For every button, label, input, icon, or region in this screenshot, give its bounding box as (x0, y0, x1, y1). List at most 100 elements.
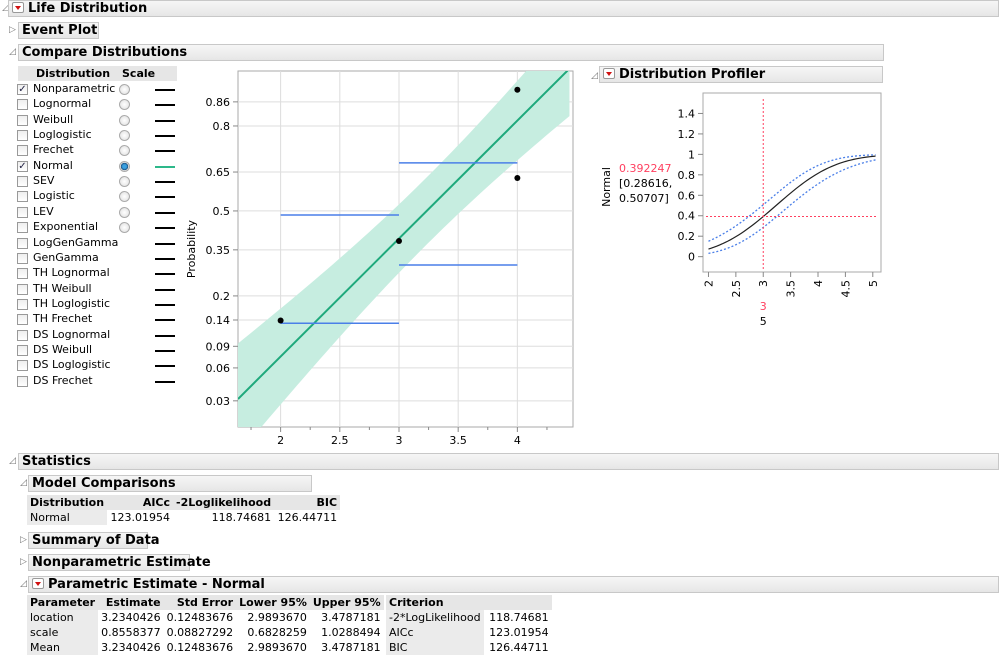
scale-radio[interactable] (119, 222, 130, 234)
column-header: Scale (122, 67, 156, 80)
checkbox[interactable] (17, 237, 28, 249)
compare-distributions-header[interactable]: Compare Distributions (18, 44, 884, 61)
distribution-row: LEV (17, 205, 182, 220)
table-row: BIC 126.44711 (386, 640, 552, 655)
parametric-estimate-header[interactable]: Parametric Estimate - Normal (28, 576, 999, 593)
checkbox[interactable] (17, 314, 28, 326)
x-tick-label: 3.5 (785, 280, 798, 298)
red-triangle-menu-icon[interactable] (32, 578, 44, 589)
scale-radio[interactable] (119, 145, 130, 157)
nonparametric-estimate-header[interactable]: Nonparametric Estimate (28, 554, 211, 571)
checkbox[interactable] (17, 114, 28, 126)
y-tick-label: 0.4 (678, 210, 696, 223)
distribution-label: Weibull (33, 112, 74, 126)
criterion-table: Criterion -2*LogLikelihood 118.74681 AICc 1… (386, 595, 552, 655)
checkbox[interactable] (17, 145, 28, 157)
checkbox[interactable] (17, 206, 28, 218)
checkbox[interactable] (17, 130, 28, 142)
checkbox[interactable] (17, 298, 28, 310)
checkbox[interactable]: ✓ (17, 84, 28, 95)
event-plot-header[interactable]: Event Plot (18, 22, 99, 39)
distribution-label: DS Loglogistic (33, 358, 111, 372)
checkbox[interactable] (17, 222, 28, 234)
scale-radio[interactable] (119, 84, 130, 95)
table-row: Normal 123.01954 118.74681 126.44711 (27, 510, 340, 525)
x-axis-label: 5 (760, 315, 767, 328)
checkbox[interactable] (17, 252, 28, 264)
checkbox[interactable] (17, 176, 28, 188)
line-style-swatch[interactable] (155, 211, 175, 214)
cell: 118.74681 (211, 511, 272, 524)
line-style-swatch[interactable] (155, 89, 175, 91)
distribution-profiler-plot[interactable]: 0 0.2 0.4 0.6 0.8 1 1.2 1.4 2 2.5 3 3.5 4 4.5 5 Normal 0… (590, 85, 890, 330)
line-style-swatch[interactable] (155, 135, 175, 138)
probability-plot[interactable]: 2 2.5 3 3.5 4 0.03 0.06 0.09 0.14 0.2 0.35 0.5 0.65 0… (180, 60, 580, 450)
red-triangle-menu-icon[interactable] (603, 68, 615, 79)
y-axis-label: Probability (185, 219, 198, 278)
line-style-swatch[interactable] (155, 288, 175, 291)
line-style-swatch[interactable] (155, 365, 175, 368)
section-title: Compare Distributions (22, 45, 188, 60)
line-style-swatch[interactable] (155, 181, 175, 184)
checkbox[interactable] (17, 99, 28, 111)
scale-radio[interactable] (119, 206, 130, 218)
scale-radio[interactable] (119, 130, 130, 142)
checkbox[interactable] (17, 268, 28, 280)
summary-of-data-header[interactable]: Summary of Data (28, 532, 160, 549)
scale-radio[interactable] (119, 114, 130, 126)
cell: 0.08827292 (166, 626, 234, 639)
distribution-row: DS Lognormal (17, 328, 182, 343)
line-style-swatch[interactable] (155, 196, 175, 199)
scale-radio[interactable] (119, 191, 130, 203)
checkbox[interactable] (17, 191, 28, 203)
distribution-row: TH Weibull (17, 282, 182, 297)
scale-radio[interactable] (119, 176, 130, 188)
line-style-swatch[interactable] (155, 319, 175, 322)
line-style-swatch[interactable] (155, 119, 175, 122)
line-style-swatch[interactable] (155, 227, 175, 230)
distribution-row: TH Loglogistic (17, 297, 182, 312)
column-header: BIC (274, 495, 341, 510)
line-style-swatch[interactable] (155, 242, 175, 245)
column-header: Std Error (163, 595, 237, 610)
y-tick-label: 0.06 (206, 362, 231, 375)
current-x-value[interactable]: 3 (760, 300, 767, 313)
y-tick-label: 0.8 (678, 169, 696, 182)
cell: 3.2340426 (101, 641, 161, 654)
life-distribution-header[interactable]: Life Distribution (8, 0, 999, 17)
y-axis-label: Normal (600, 167, 613, 207)
checkbox[interactable]: ✓ (17, 160, 28, 172)
model-comparisons-table: Distribution AICc -2Loglikelihood BIC Norma… (27, 495, 341, 525)
scale-radio[interactable] (119, 99, 130, 111)
distribution-profiler-header[interactable]: Distribution Profiler (599, 66, 883, 83)
checkbox[interactable] (17, 360, 28, 372)
distribution-label: TH Lognormal (33, 266, 110, 280)
checkbox[interactable] (17, 329, 28, 341)
distribution-label: LogGenGamma (33, 235, 119, 249)
line-style-swatch[interactable] (155, 334, 175, 337)
distribution-label: DS Lognormal (33, 327, 111, 341)
distribution-list-header: Distribution Scale (18, 66, 177, 81)
red-triangle-menu-icon[interactable] (12, 2, 24, 13)
distribution-label: TH Frechet (33, 312, 93, 326)
line-style-swatch[interactable] (155, 273, 175, 276)
checkbox[interactable] (17, 344, 28, 356)
cell: 2.9893670 (247, 611, 307, 624)
scale-radio[interactable] (119, 160, 130, 172)
distribution-label: Logistic (33, 189, 75, 203)
checkbox[interactable] (17, 375, 28, 387)
line-style-swatch[interactable] (155, 150, 175, 153)
model-comparisons-header[interactable]: Model Comparisons (28, 475, 312, 492)
line-style-swatch[interactable] (155, 349, 175, 352)
statistics-header[interactable]: Statistics (18, 453, 999, 470)
distribution-label: TH Weibull (33, 281, 92, 295)
line-style-swatch[interactable] (155, 257, 175, 260)
checkbox[interactable] (17, 283, 28, 295)
line-style-swatch[interactable] (155, 104, 175, 107)
table-row: scale 0.8558377 0.08827292 0.6828259 1.02884… (27, 625, 384, 640)
y-tick-label: 0.03 (206, 395, 231, 408)
x-tick-label: 5 (867, 280, 880, 287)
line-style-swatch[interactable] (155, 303, 175, 306)
line-style-swatch[interactable] (155, 380, 175, 383)
line-style-swatch[interactable] (155, 165, 175, 168)
